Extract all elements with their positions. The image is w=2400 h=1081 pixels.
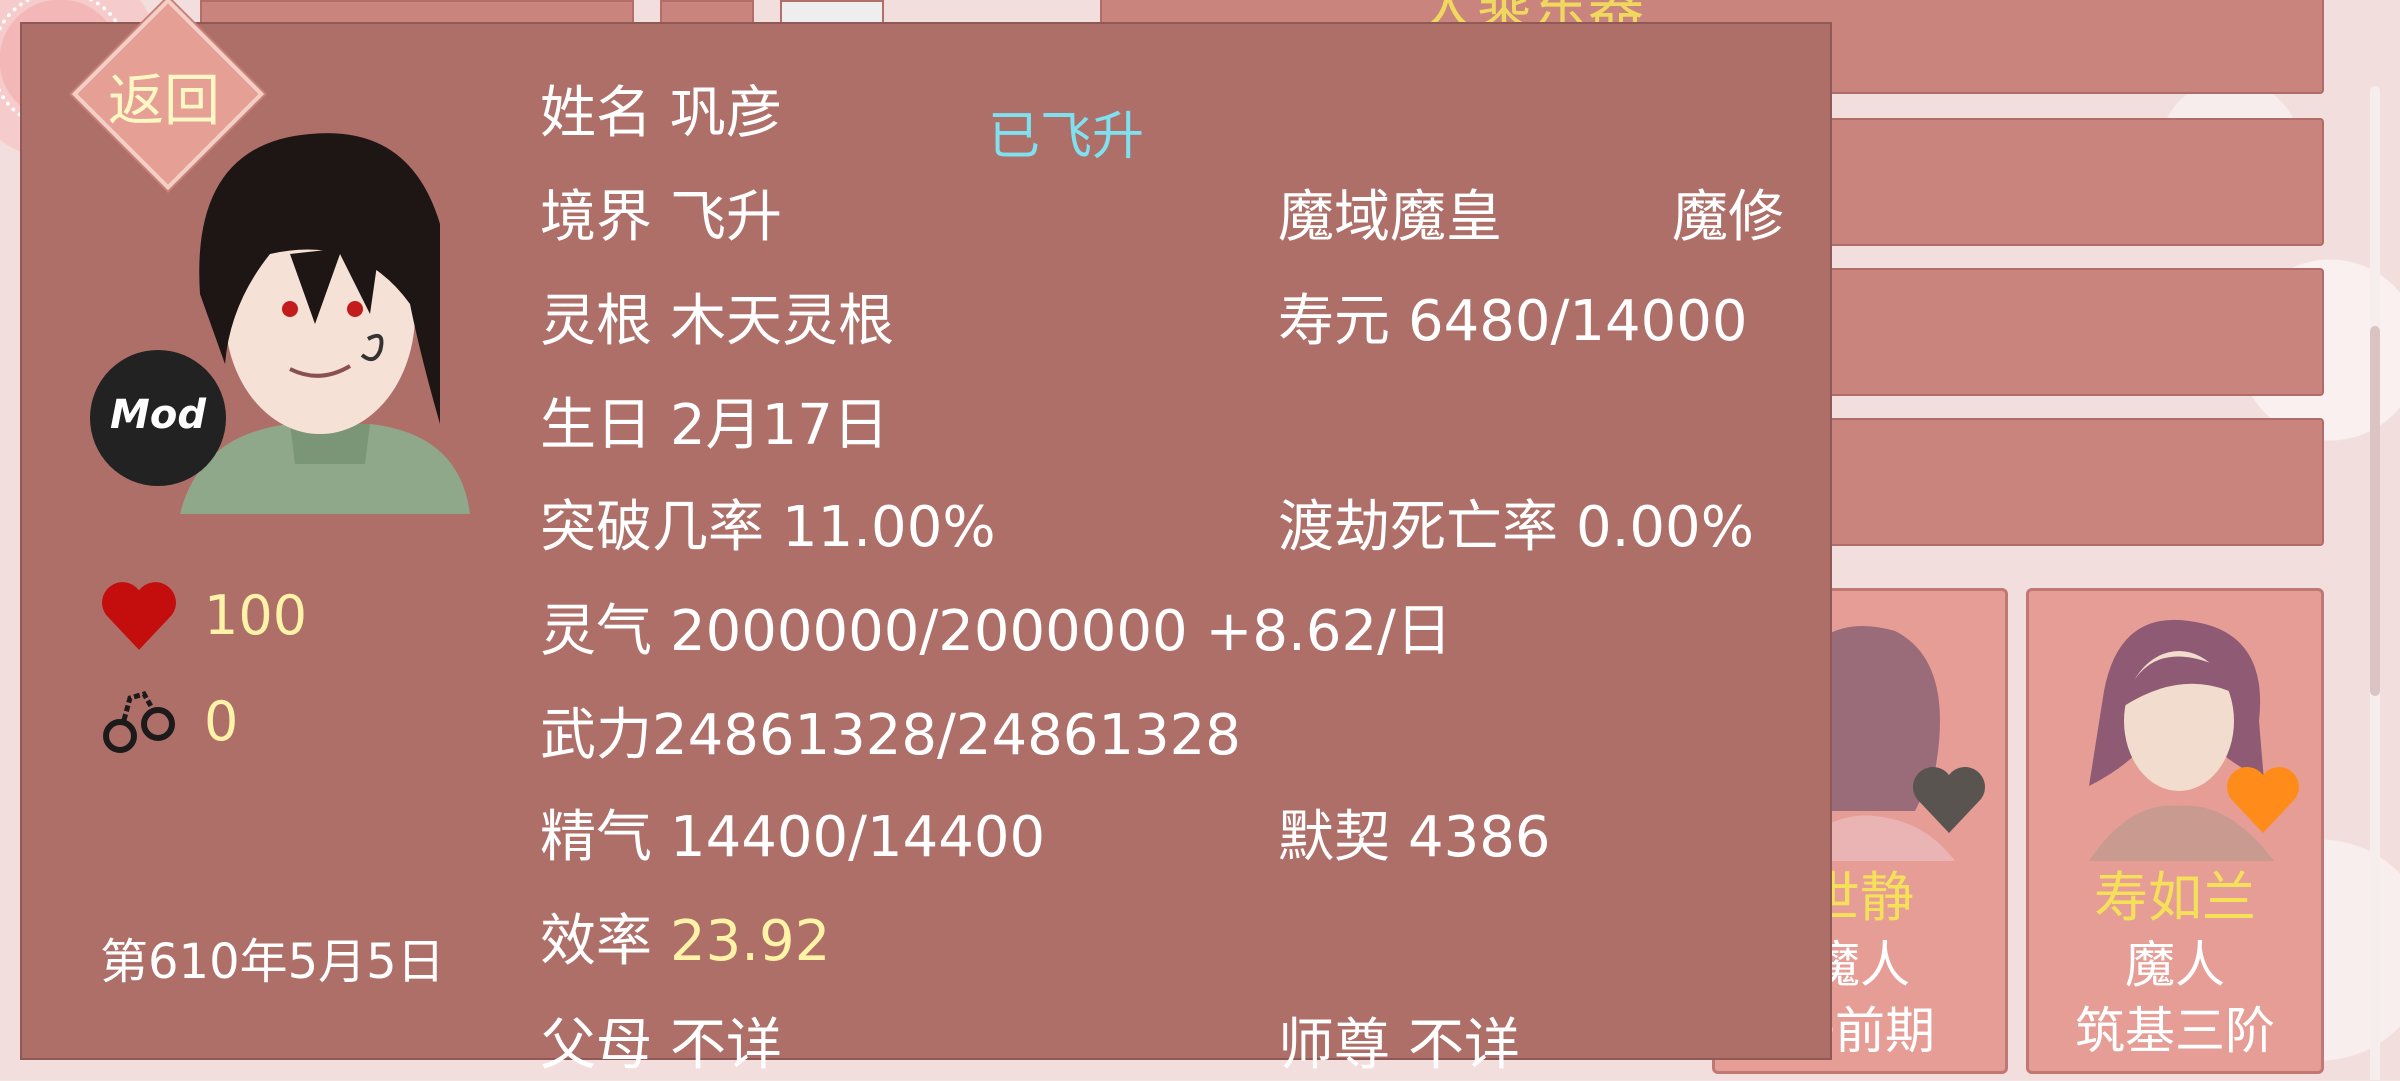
heart-icon [2227,767,2299,833]
shackle-stat: 0 [100,684,238,758]
character-race: 魔人 [2125,936,2225,994]
background-scrollbar[interactable] [2370,86,2380,1080]
realm-field: 境界 飞升 [540,185,782,250]
efficiency-field: 效率 23.92 [540,909,831,974]
handcuffs-icon [103,691,175,753]
mod-badge: Mod [90,350,226,486]
shackle-value: 0 [204,689,239,753]
character-name: 寿如兰 [2094,866,2256,929]
health-value: 100 [204,583,308,647]
heart-icon [1913,767,1985,833]
spirit-root-field: 灵根 木天灵根 [540,289,894,354]
essence-field: 精气 14400/14400 [540,805,1046,870]
spirit-qi-field: 灵气 2000000/2000000 +8.62/日 [540,599,1452,664]
breakthrough-field: 突破几率 11.00% [540,495,996,560]
lifespan-field: 寿元 6480/14000 [1278,289,1748,354]
back-button[interactable]: 返回 [71,0,265,191]
birthday-field: 生日 2月17日 [540,393,889,458]
name-field: 姓名 巩彦 [540,81,782,146]
back-button-label[interactable]: 返回 [76,56,252,137]
health-stat: 100 [100,578,307,652]
tribulation-field: 渡劫死亡率 0.00% [1278,495,1754,560]
character-detail-panel: Mod 100 0 第610年5月5日 姓名 巩彦 已飞升 境界 飞升 魔域魔皇 魔… [20,22,1832,1078]
character-card[interactable]: 寿如兰 魔人 筑基三阶 [2026,588,2324,1074]
parents-field: 父母 不详 [540,1013,782,1078]
scrollbar-thumb[interactable] [2370,326,2380,696]
master-field: 师尊 不详 [1278,1013,1520,1078]
ascended-tag: 已飞升 [988,107,1145,167]
heart-icon [102,582,176,650]
game-date: 第610年5月5日 [100,934,445,990]
force-field: 武力24861328/24861328 [540,703,1241,768]
cultivation-path: 魔修 [1672,185,1784,250]
character-realm: 筑基三阶 [2075,1002,2275,1060]
title-field: 魔域魔皇 [1278,185,1502,250]
tacit-field: 默契 4386 [1278,805,1551,870]
